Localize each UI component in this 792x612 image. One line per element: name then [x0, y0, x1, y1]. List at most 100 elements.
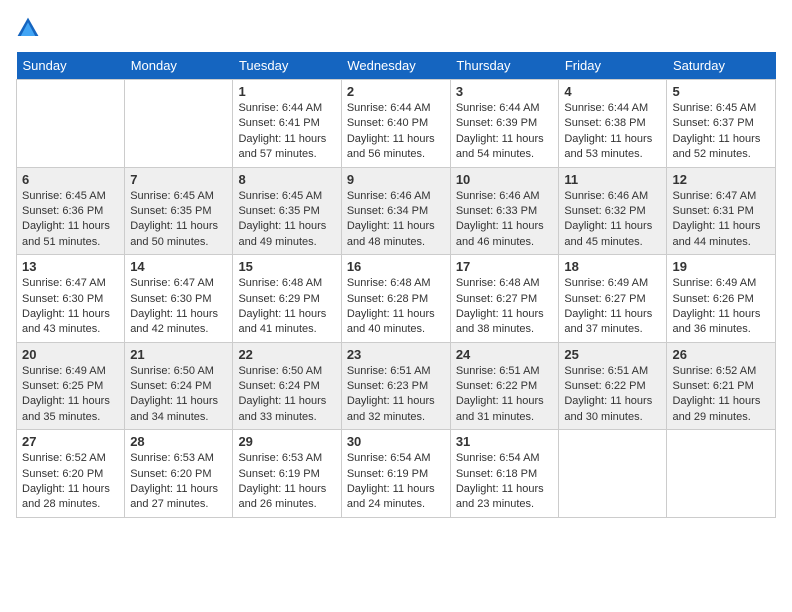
day-number: 6: [22, 172, 119, 187]
calendar-cell: 29Sunrise: 6:53 AMSunset: 6:19 PMDayligh…: [233, 430, 341, 518]
day-number: 27: [22, 434, 119, 449]
day-number: 31: [456, 434, 554, 449]
calendar-cell: 10Sunrise: 6:46 AMSunset: 6:33 PMDayligh…: [450, 167, 559, 255]
calendar-cell: 27 Sunrise: 6:52 AMSunset: 6:20 PMDayligh…: [17, 430, 125, 518]
calendar-cell: 6 Sunrise: 6:45 AMSunset: 6:36 PMDaylight…: [17, 167, 125, 255]
day-number: 18: [564, 259, 661, 274]
day-info: Sunrise: 6:48 AMSunset: 6:29 PMDaylight:…: [238, 276, 335, 338]
day-info: Sunrise: 6:44 AMSunset: 6:38 PMDaylight:…: [564, 101, 661, 163]
calendar-cell: 20 Sunrise: 6:49 AMSunset: 6:25 PMDayligh…: [17, 342, 125, 430]
weekday-header-thursday: Thursday: [450, 52, 559, 80]
day-number: 11: [564, 172, 661, 187]
day-number: 13: [22, 259, 119, 274]
day-number: 19: [672, 259, 770, 274]
day-number: 7: [130, 172, 227, 187]
weekday-header-row: SundayMondayTuesdayWednesdayThursdayFrid…: [17, 52, 776, 80]
day-number: 8: [238, 172, 335, 187]
calendar-cell: 17Sunrise: 6:48 AMSunset: 6:27 PMDayligh…: [450, 255, 559, 343]
day-info: Sunrise: 6:49 AMSunset: 6:26 PMDaylight:…: [672, 276, 770, 338]
calendar-cell: 28 Sunrise: 6:53 AMSunset: 6:20 PMDayligh…: [125, 430, 233, 518]
day-info: Sunrise: 6:53 AMSunset: 6:20 PMDaylight:…: [130, 451, 227, 513]
day-number: 23: [347, 347, 445, 362]
calendar-cell: [125, 80, 233, 168]
weekday-header-tuesday: Tuesday: [233, 52, 341, 80]
calendar-cell: 4 Sunrise: 6:44 AMSunset: 6:38 PMDaylight…: [559, 80, 667, 168]
calendar-cell: 1 Sunrise: 6:44 AMSunset: 6:41 PMDaylight…: [233, 80, 341, 168]
day-number: 17: [456, 259, 554, 274]
calendar-cell: 2 Sunrise: 6:44 AMSunset: 6:40 PMDaylight…: [341, 80, 450, 168]
day-info: Sunrise: 6:46 AMSunset: 6:33 PMDaylight:…: [456, 189, 554, 251]
calendar-cell: [17, 80, 125, 168]
day-info: Sunrise: 6:45 AMSunset: 6:36 PMDaylight:…: [22, 189, 119, 251]
calendar-cell: 11 Sunrise: 6:46 AMSunset: 6:32 PMDayligh…: [559, 167, 667, 255]
calendar-cell: 24 Sunrise: 6:51 AMSunset: 6:22 PMDayligh…: [450, 342, 559, 430]
calendar-week-row: 1 Sunrise: 6:44 AMSunset: 6:41 PMDaylight…: [17, 80, 776, 168]
calendar-cell: 9 Sunrise: 6:46 AMSunset: 6:34 PMDaylight…: [341, 167, 450, 255]
calendar-cell: 8 Sunrise: 6:45 AMSunset: 6:35 PMDaylight…: [233, 167, 341, 255]
day-info: Sunrise: 6:45 AMSunset: 6:35 PMDaylight:…: [238, 189, 335, 251]
day-info: Sunrise: 6:44 AMSunset: 6:40 PMDaylight:…: [347, 101, 445, 163]
day-info: Sunrise: 6:52 AMSunset: 6:20 PMDaylight:…: [22, 451, 119, 513]
logo: [16, 16, 44, 40]
day-number: 20: [22, 347, 119, 362]
calendar-week-row: 6 Sunrise: 6:45 AMSunset: 6:36 PMDaylight…: [17, 167, 776, 255]
day-info: Sunrise: 6:46 AMSunset: 6:32 PMDaylight:…: [564, 189, 661, 251]
day-info: Sunrise: 6:51 AMSunset: 6:22 PMDaylight:…: [456, 364, 554, 426]
calendar-cell: 21 Sunrise: 6:50 AMSunset: 6:24 PMDayligh…: [125, 342, 233, 430]
calendar-cell: 14 Sunrise: 6:47 AMSunset: 6:30 PMDayligh…: [125, 255, 233, 343]
day-info: Sunrise: 6:49 AMSunset: 6:27 PMDaylight:…: [564, 276, 661, 338]
day-info: Sunrise: 6:45 AMSunset: 6:35 PMDaylight:…: [130, 189, 227, 251]
calendar-cell: 26 Sunrise: 6:52 AMSunset: 6:21 PMDayligh…: [667, 342, 776, 430]
calendar-cell: 31 Sunrise: 6:54 AMSunset: 6:18 PMDayligh…: [450, 430, 559, 518]
calendar-cell: 13Sunrise: 6:47 AMSunset: 6:30 PMDayligh…: [17, 255, 125, 343]
day-number: 22: [238, 347, 335, 362]
calendar-cell: 12 Sunrise: 6:47 AMSunset: 6:31 PMDayligh…: [667, 167, 776, 255]
calendar: SundayMondayTuesdayWednesdayThursdayFrid…: [16, 52, 776, 518]
calendar-cell: 15 Sunrise: 6:48 AMSunset: 6:29 PMDayligh…: [233, 255, 341, 343]
calendar-cell: 16 Sunrise: 6:48 AMSunset: 6:28 PMDayligh…: [341, 255, 450, 343]
day-info: Sunrise: 6:52 AMSunset: 6:21 PMDaylight:…: [672, 364, 770, 426]
day-number: 4: [564, 84, 661, 99]
calendar-cell: 22Sunrise: 6:50 AMSunset: 6:24 PMDayligh…: [233, 342, 341, 430]
day-number: 14: [130, 259, 227, 274]
day-info: Sunrise: 6:44 AMSunset: 6:41 PMDaylight:…: [238, 101, 335, 163]
day-info: Sunrise: 6:54 AMSunset: 6:18 PMDaylight:…: [456, 451, 554, 513]
day-number: 30: [347, 434, 445, 449]
day-info: Sunrise: 6:47 AMSunset: 6:31 PMDaylight:…: [672, 189, 770, 251]
day-number: 24: [456, 347, 554, 362]
day-info: Sunrise: 6:45 AMSunset: 6:37 PMDaylight:…: [672, 101, 770, 163]
day-number: 28: [130, 434, 227, 449]
weekday-header-wednesday: Wednesday: [341, 52, 450, 80]
calendar-cell: 7 Sunrise: 6:45 AMSunset: 6:35 PMDaylight…: [125, 167, 233, 255]
calendar-cell: 19 Sunrise: 6:49 AMSunset: 6:26 PMDayligh…: [667, 255, 776, 343]
day-number: 3: [456, 84, 554, 99]
day-info: Sunrise: 6:47 AMSunset: 6:30 PMDaylight:…: [130, 276, 227, 338]
weekday-header-sunday: Sunday: [17, 52, 125, 80]
weekday-header-monday: Monday: [125, 52, 233, 80]
day-number: 15: [238, 259, 335, 274]
logo-icon: [16, 16, 40, 40]
calendar-week-row: 20 Sunrise: 6:49 AMSunset: 6:25 PMDayligh…: [17, 342, 776, 430]
calendar-cell: 3 Sunrise: 6:44 AMSunset: 6:39 PMDaylight…: [450, 80, 559, 168]
weekday-header-friday: Friday: [559, 52, 667, 80]
day-info: Sunrise: 6:51 AMSunset: 6:23 PMDaylight:…: [347, 364, 445, 426]
day-info: Sunrise: 6:46 AMSunset: 6:34 PMDaylight:…: [347, 189, 445, 251]
day-info: Sunrise: 6:54 AMSunset: 6:19 PMDaylight:…: [347, 451, 445, 513]
day-number: 1: [238, 84, 335, 99]
day-number: 2: [347, 84, 445, 99]
day-number: 16: [347, 259, 445, 274]
day-info: Sunrise: 6:51 AMSunset: 6:22 PMDaylight:…: [564, 364, 661, 426]
calendar-cell: 30 Sunrise: 6:54 AMSunset: 6:19 PMDayligh…: [341, 430, 450, 518]
day-info: Sunrise: 6:50 AMSunset: 6:24 PMDaylight:…: [130, 364, 227, 426]
calendar-cell: 18 Sunrise: 6:49 AMSunset: 6:27 PMDayligh…: [559, 255, 667, 343]
day-number: 26: [672, 347, 770, 362]
day-info: Sunrise: 6:44 AMSunset: 6:39 PMDaylight:…: [456, 101, 554, 163]
day-number: 9: [347, 172, 445, 187]
day-number: 12: [672, 172, 770, 187]
day-info: Sunrise: 6:49 AMSunset: 6:25 PMDaylight:…: [22, 364, 119, 426]
day-info: Sunrise: 6:48 AMSunset: 6:28 PMDaylight:…: [347, 276, 445, 338]
day-number: 21: [130, 347, 227, 362]
calendar-week-row: 27 Sunrise: 6:52 AMSunset: 6:20 PMDayligh…: [17, 430, 776, 518]
calendar-cell: [667, 430, 776, 518]
header: [16, 16, 776, 40]
